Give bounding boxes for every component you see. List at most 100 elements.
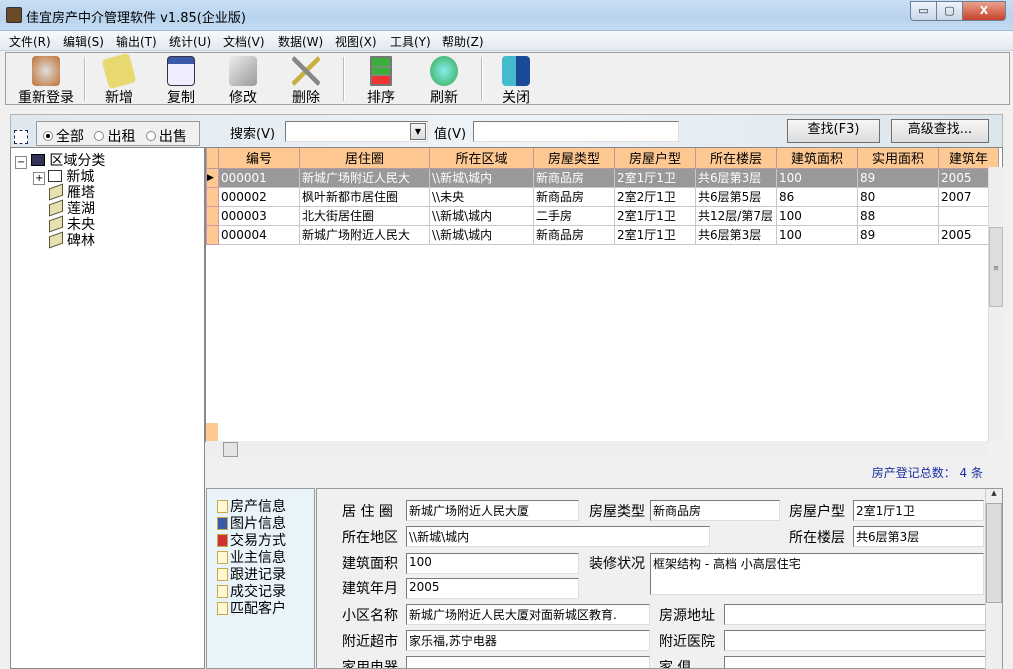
table-row[interactable]: 000003 北大街居住圈 \\新城\城内 二手房 2室1厅1卫 共12层/第7层 100 8… xyxy=(206,205,999,226)
column-header[interactable]: 居住圈 xyxy=(299,148,430,169)
column-header[interactable]: 建筑面积 xyxy=(776,148,858,169)
table-cell[interactable]: 88 xyxy=(857,205,939,226)
tree-node-beilin[interactable]: 碑林 xyxy=(49,230,95,250)
radio-sale[interactable]: 出售 xyxy=(140,129,187,145)
table-cell[interactable]: 89 xyxy=(857,167,939,188)
build-area-input[interactable]: 100 xyxy=(406,553,579,574)
nav-item[interactable]: 图片信息 xyxy=(207,516,314,533)
copy-button[interactable]: 复制 xyxy=(156,53,206,106)
community-input[interactable]: 新城广场附近人民大厦对面新城区教育. xyxy=(406,604,650,625)
value-input[interactable] xyxy=(473,121,679,142)
menu-file[interactable]: 文件(R) xyxy=(9,33,51,50)
grid-vertical-scrollbar[interactable]: ≡ xyxy=(988,167,1003,442)
column-header[interactable]: 实用面积 xyxy=(857,148,939,169)
nav-item[interactable]: 成交记录 xyxy=(207,584,314,601)
table-cell[interactable]: 共12层/第7层 xyxy=(695,205,777,226)
table-cell[interactable]: 2室2厅1卫 xyxy=(614,186,696,207)
table-cell[interactable]: 新城广场附近人民大 xyxy=(299,224,430,245)
table-cell[interactable]: 新商品房 xyxy=(533,167,615,188)
layout-input[interactable]: 2室1厅1卫 xyxy=(853,500,984,521)
house-type-input[interactable]: 新商品房 xyxy=(650,500,780,521)
menu-help[interactable]: 帮助(Z) xyxy=(442,33,484,50)
find-button[interactable]: 查找(F3) xyxy=(787,119,880,143)
table-cell[interactable]: 2室1厅1卫 xyxy=(614,224,696,245)
build-year-input[interactable]: 2005 xyxy=(406,578,579,599)
table-cell[interactable]: 共6层第3层 xyxy=(695,167,777,188)
advanced-find-button[interactable]: 高级查找... xyxy=(891,119,989,143)
table-cell[interactable]: 2室1厅1卫 xyxy=(614,167,696,188)
table-cell[interactable]: 枫叶新都市居住圈 xyxy=(299,186,430,207)
furniture-input[interactable] xyxy=(724,656,1002,668)
table-cell[interactable]: \\新城\城内 xyxy=(429,205,534,226)
table-cell[interactable]: 新商品房 xyxy=(533,224,615,245)
delete-button[interactable]: 删除 xyxy=(281,53,331,106)
collapse-panel-icon[interactable] xyxy=(14,130,28,144)
menu-docs[interactable]: 文档(V) xyxy=(223,33,265,50)
nav-item[interactable]: 匹配客户 xyxy=(207,601,314,618)
column-header[interactable]: 所在区域 xyxy=(429,148,534,169)
menu-data[interactable]: 数据(W) xyxy=(278,33,323,50)
table-cell[interactable]: \\新城\城内 xyxy=(429,224,534,245)
refresh-button[interactable]: 刷新 xyxy=(419,53,469,106)
table-cell[interactable]: 共6层第3层 xyxy=(695,224,777,245)
table-cell[interactable]: 000003 xyxy=(218,205,300,226)
table-cell[interactable]: 新商品房 xyxy=(533,186,615,207)
nav-item[interactable]: 交易方式 xyxy=(207,533,314,550)
table-cell[interactable]: 共6层第5层 xyxy=(695,186,777,207)
minimize-button[interactable]: ▭ xyxy=(910,1,937,21)
table-cell[interactable]: 000001 xyxy=(218,167,300,188)
table-cell[interactable]: 000002 xyxy=(218,186,300,207)
table-cell[interactable]: 北大街居住圈 xyxy=(299,205,430,226)
hospital-input[interactable] xyxy=(724,630,1002,651)
supermarket-input[interactable]: 家乐福,苏宁电器 xyxy=(406,630,650,651)
grid-horizontal-scrollbar[interactable] xyxy=(206,441,988,458)
dropdown-arrow-icon[interactable]: ▼ xyxy=(410,123,426,140)
add-button[interactable]: 新增 xyxy=(94,52,144,106)
edit-button[interactable]: 修改 xyxy=(218,53,268,106)
address-input[interactable] xyxy=(724,604,1002,625)
sort-button[interactable]: 排序 xyxy=(356,53,406,106)
appliance-input[interactable] xyxy=(406,656,650,668)
floor-input[interactable]: 共6层第3层 xyxy=(853,526,984,547)
table-row[interactable]: 000002 枫叶新都市居住圈 \\未央 新商品房 2室2厅1卫 共6层第5层 86 80 20… xyxy=(206,186,999,207)
radio-all[interactable]: 全部 xyxy=(37,129,84,145)
search-field-select[interactable] xyxy=(285,121,428,142)
collapse-icon[interactable]: − xyxy=(15,156,28,169)
circle-input[interactable]: 新城广场附近人民大厦 xyxy=(406,500,579,521)
menu-edit[interactable]: 编辑(S) xyxy=(63,33,104,50)
district-input[interactable]: \\新城\城内 xyxy=(406,526,710,547)
column-header[interactable]: 房屋类型 xyxy=(533,148,615,169)
scroll-thumb[interactable] xyxy=(223,442,238,457)
table-cell[interactable]: 2室1厅1卫 xyxy=(614,205,696,226)
radio-rent[interactable]: 出租 xyxy=(88,129,135,145)
column-header[interactable]: 所在楼层 xyxy=(695,148,777,169)
expand-icon[interactable]: + xyxy=(33,172,46,185)
column-header[interactable]: 建筑年 xyxy=(938,148,999,169)
exit-button[interactable]: 关闭 xyxy=(491,53,541,106)
menu-stats[interactable]: 统计(U) xyxy=(169,33,211,50)
table-cell[interactable]: \\新城\城内 xyxy=(429,167,534,188)
table-cell[interactable]: 二手房 xyxy=(533,205,615,226)
scroll-up-icon[interactable]: ▲ xyxy=(986,489,1002,497)
table-cell[interactable]: 86 xyxy=(776,186,858,207)
nav-item[interactable]: 跟进记录 xyxy=(207,567,314,584)
table-cell[interactable]: 100 xyxy=(776,167,858,188)
menu-view[interactable]: 视图(X) xyxy=(335,33,377,50)
table-cell[interactable]: 100 xyxy=(776,224,858,245)
table-row[interactable]: 000004 新城广场附近人民大 \\新城\城内 新商品房 2室1厅1卫 共6层第3层 10… xyxy=(206,224,999,245)
table-row[interactable]: ▶ 000001 新城广场附近人民大 \\新城\城内 新商品房 2室1厅1卫 共6层第3层 1… xyxy=(206,167,999,188)
column-header[interactable]: 房屋户型 xyxy=(614,148,696,169)
table-cell[interactable]: 000004 xyxy=(218,224,300,245)
scroll-thumb[interactable]: ≡ xyxy=(989,227,1003,307)
table-cell[interactable]: 100 xyxy=(776,205,858,226)
scroll-thumb[interactable] xyxy=(986,503,1002,603)
menu-output[interactable]: 输出(T) xyxy=(116,33,157,50)
maximize-button[interactable]: ▢ xyxy=(936,1,963,21)
table-cell[interactable]: 新城广场附近人民大 xyxy=(299,167,430,188)
form-vertical-scrollbar[interactable]: ▲ xyxy=(985,489,1002,669)
table-cell[interactable]: 89 xyxy=(857,224,939,245)
table-cell[interactable]: \\未央 xyxy=(429,186,534,207)
table-cell[interactable]: 80 xyxy=(857,186,939,207)
nav-item[interactable]: 业主信息 xyxy=(207,550,314,567)
decoration-textarea[interactable]: 框架结构 - 高档 小高层住宅 xyxy=(650,553,984,595)
